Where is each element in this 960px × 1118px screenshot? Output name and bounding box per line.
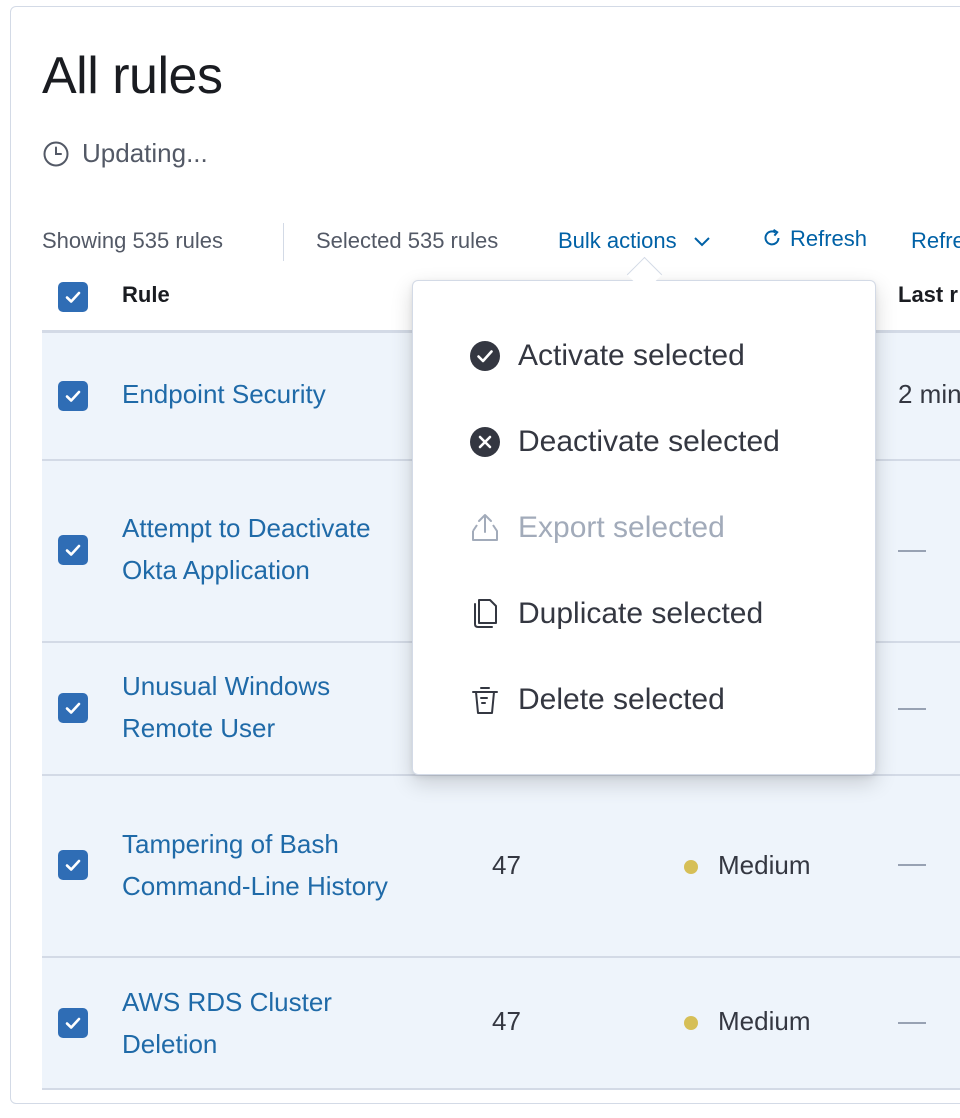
checkmark-icon xyxy=(65,390,81,402)
checkmark-icon xyxy=(65,291,81,303)
selected-count: Selected 535 rules xyxy=(316,228,499,253)
checkmark-icon xyxy=(65,1017,81,1029)
row-checkbox[interactable] xyxy=(58,850,88,880)
checkmark-icon xyxy=(65,859,81,871)
row-checkbox[interactable] xyxy=(58,535,88,565)
last-response-empty xyxy=(898,550,926,552)
select-all-checkbox[interactable] xyxy=(58,282,88,312)
menu-item-activate-selected[interactable]: Activate selected xyxy=(468,334,745,378)
menu-item-label: Activate selected xyxy=(518,339,745,372)
refresh-label: Refresh xyxy=(790,226,868,251)
page-title: All rules xyxy=(42,47,223,105)
severity-cell: Medium xyxy=(684,850,810,881)
status-text: Updating... xyxy=(82,138,208,168)
row-checkbox[interactable] xyxy=(58,1008,88,1038)
severity-medium-dot xyxy=(684,860,698,875)
bulk-actions-button[interactable]: Bulk actions xyxy=(558,228,711,254)
risk-score-cell: 47 xyxy=(492,1006,521,1036)
column-header-rule[interactable]: Rule xyxy=(122,282,170,308)
checkmark-icon xyxy=(65,544,81,556)
severity-label: Medium xyxy=(718,850,811,880)
trash-icon xyxy=(472,687,498,714)
bulk-actions-label: Bulk actions xyxy=(558,228,677,253)
rule-name-link[interactable]: Endpoint Security xyxy=(122,373,326,415)
refresh-button[interactable]: Refresh xyxy=(762,226,867,252)
refresh-settings-button[interactable]: Refre xyxy=(911,228,960,254)
bulk-actions-menu: Activate selected Deactivate selected Ex… xyxy=(412,280,876,775)
menu-item-label: Export selected xyxy=(518,511,725,544)
refresh-icon xyxy=(764,228,780,246)
last-response-cell: 2 min xyxy=(898,379,960,409)
row-checkbox[interactable] xyxy=(58,381,88,411)
column-header-last-response[interactable]: Last r xyxy=(898,282,958,308)
rule-name-link[interactable]: Attempt to Deactivate Okta Application xyxy=(122,507,422,591)
export-icon xyxy=(472,514,498,541)
last-response-empty xyxy=(898,708,926,710)
severity-cell: Medium xyxy=(684,1006,810,1037)
menu-item-export-selected[interactable]: Export selected xyxy=(468,506,725,550)
table-row: AWS RDS Cluster Deletion 47 Medium xyxy=(42,958,960,1090)
last-response-empty xyxy=(898,864,926,866)
table-row: Tampering of Bash Command-Line History 4… xyxy=(42,776,960,958)
cross-circle-icon xyxy=(470,427,500,457)
menu-item-label: Duplicate selected xyxy=(518,597,764,630)
risk-score-cell: 47 xyxy=(492,850,521,880)
toolbar-divider xyxy=(283,223,284,261)
copy-icon xyxy=(474,599,497,628)
status-indicator: Updating... xyxy=(42,138,208,169)
checkmark-icon xyxy=(65,702,81,714)
rule-name-link[interactable]: Unusual Windows Remote User xyxy=(122,665,382,749)
table-toolbar: Showing 535 rules Selected 535 rules Bul… xyxy=(0,223,960,261)
rule-name-link[interactable]: AWS RDS Cluster Deletion xyxy=(122,981,382,1065)
menu-item-deactivate-selected[interactable]: Deactivate selected xyxy=(468,420,780,464)
last-response-empty xyxy=(898,1022,926,1024)
severity-label: Medium xyxy=(718,1006,811,1036)
row-checkbox[interactable] xyxy=(58,693,88,723)
severity-medium-dot xyxy=(684,1016,698,1031)
menu-item-delete-selected[interactable]: Delete selected xyxy=(468,678,725,722)
menu-item-duplicate-selected[interactable]: Duplicate selected xyxy=(468,592,763,636)
showing-count: Showing 535 rules xyxy=(42,228,224,253)
check-circle-icon xyxy=(470,341,500,371)
clock-icon xyxy=(43,141,69,166)
chevron-down-icon xyxy=(694,237,710,247)
menu-item-label: Delete selected xyxy=(518,683,725,716)
menu-item-label: Deactivate selected xyxy=(518,425,780,458)
rule-name-link[interactable]: Tampering of Bash Command-Line History xyxy=(122,823,442,907)
